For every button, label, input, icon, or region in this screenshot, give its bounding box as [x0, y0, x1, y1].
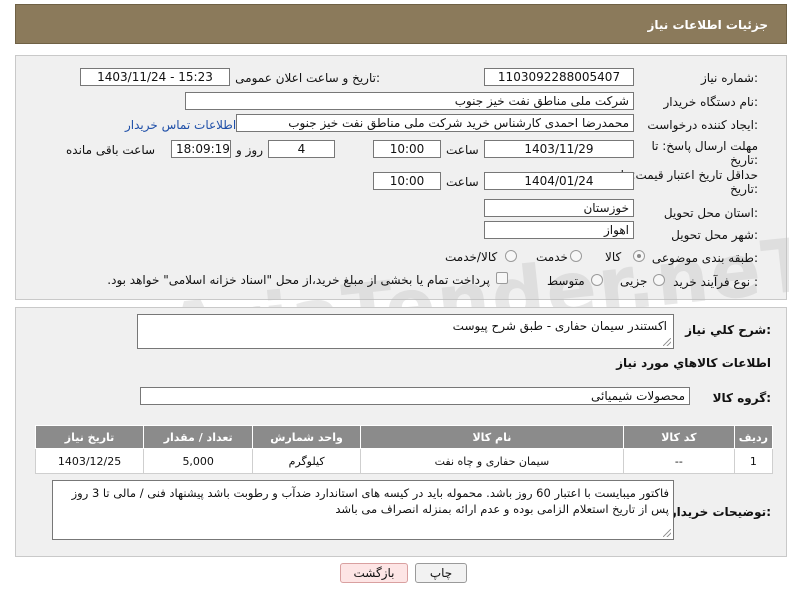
cell-item-code: -- — [622, 448, 735, 474]
cell-need-date: 1403/12/25 — [34, 448, 145, 474]
buyer-notes-text: فاکتور میبایست با اعتبار 60 روز باشد. مح… — [71, 486, 669, 516]
page-header: جزئیات اطلاعات نیاز — [15, 4, 787, 44]
category-radio-service[interactable] — [570, 250, 582, 262]
cell-row-number: 1 — [733, 448, 774, 474]
buyer-org-field: شرکت ملی مناطق نفت خیز جنوب — [185, 92, 634, 110]
reply-deadline-date-label: تاریخ: — [730, 153, 758, 167]
buyer-notes-label: توضیحات خریدار: — [669, 505, 771, 519]
requester-field: محمدرضا احمدی کارشناس خرید شرکت ملی مناط… — [236, 114, 634, 132]
purchase-radio-minor[interactable] — [653, 274, 665, 286]
buyer-org-label: نام دستگاه خریدار: — [663, 95, 759, 109]
goods-table: ردیف کد کالا نام کالا واحد شمارش تعداد /… — [34, 425, 774, 474]
buyer-notes-textarea[interactable]: فاکتور میبایست با اعتبار 60 روز باشد. مح… — [52, 480, 674, 540]
purchase-option-medium: متوسط — [547, 274, 585, 288]
resize-grip-icon[interactable] — [663, 338, 671, 346]
reply-deadline-label: مهلت ارسال پاسخ: تا — [651, 139, 758, 153]
page-title: جزئیات اطلاعات نیاز — [647, 18, 768, 32]
category-label: طبقه بندی موضوعی: — [651, 251, 758, 265]
price-validity-time-field: 10:00 — [373, 172, 441, 190]
goods-group-field: محصولات شیمیائی — [140, 387, 690, 405]
remaining-time-label: ساعت باقی مانده — [66, 143, 156, 157]
col-item-name: نام کالا — [359, 425, 624, 449]
category-option-goods: کالا — [605, 250, 622, 264]
province-label: استان محل تحویل: — [663, 206, 758, 220]
col-row-number: ردیف — [733, 425, 774, 449]
category-radio-goods-service[interactable] — [505, 250, 517, 262]
city-label: شهر محل تحویل: — [671, 228, 758, 242]
treasury-payment-checkbox[interactable] — [496, 272, 508, 284]
need-number-field: 1103092288005407 — [484, 68, 634, 86]
summary-label: شرح کلي نياز: — [685, 323, 771, 337]
province-field: خوزستان — [484, 199, 634, 217]
reply-time-label: ساعت — [446, 143, 479, 157]
requester-label: ایجاد کننده درخواست: — [647, 118, 758, 132]
goods-info-title: اطلاعات کالاهاي مورد نياز — [616, 356, 771, 370]
col-need-date: تاریخ نیاز — [34, 425, 145, 449]
price-validity-label: حداقل تاریخ اعتبار قیمت: تا — [620, 168, 758, 182]
reply-deadline-time-field: 10:00 — [373, 140, 441, 158]
cell-item-name: سیمان حفاری و چاه نفت — [359, 448, 624, 474]
remaining-time-field: 18:09:19 — [171, 140, 231, 158]
buyer-contact-link[interactable]: اطلاعات تماس خریدار — [125, 118, 236, 132]
goods-group-label: گروه کالا: — [712, 391, 771, 405]
reply-days-label: روز و — [236, 143, 263, 157]
col-unit: واحد شمارش — [252, 425, 361, 449]
col-quantity: تعداد / مقدار — [143, 425, 254, 449]
back-button[interactable]: بازگشت — [340, 563, 408, 583]
category-option-goods-service: کالا/خدمت — [445, 250, 498, 264]
cell-quantity: 5,000 — [143, 448, 254, 474]
purchase-radio-medium[interactable] — [591, 274, 603, 286]
category-option-service: خدمت — [536, 250, 568, 264]
summary-text: اکستندر سیمان حفاری - طبق شرح پیوست — [452, 319, 667, 333]
price-validity-time-label: ساعت — [446, 175, 479, 189]
announce-datetime-label: تاریخ و ساعت اعلان عمومی: — [235, 71, 380, 85]
need-number-label: شماره نیاز: — [700, 71, 758, 85]
purchase-option-minor: جزیی — [620, 274, 648, 288]
reply-deadline-date-field: 1403/11/29 — [484, 140, 634, 158]
cell-unit: کیلوگرم — [252, 448, 361, 474]
summary-textarea[interactable]: اکستندر سیمان حفاری - طبق شرح پیوست — [137, 314, 674, 349]
purchase-type-label: نوع فرآیند خرید : — [673, 275, 758, 289]
price-validity-date-field: 1404/01/24 — [484, 172, 634, 190]
price-validity-date-label: تاریخ: — [730, 182, 758, 196]
table-row: 1 -- سیمان حفاری و چاه نفت کیلوگرم 5,000… — [34, 448, 774, 474]
treasury-payment-note: پرداخت تمام یا بخشی از مبلغ خرید،از محل … — [107, 273, 490, 287]
category-radio-goods[interactable] — [633, 250, 645, 262]
table-header-row: ردیف کد کالا نام کالا واحد شمارش تعداد /… — [34, 425, 774, 449]
print-button[interactable]: چاپ — [415, 563, 467, 583]
col-item-code: کد کالا — [622, 425, 735, 449]
city-field: اهواز — [484, 221, 634, 239]
announce-datetime-field: 1403/11/24 - 15:23 — [80, 68, 230, 86]
reply-days-field: 4 — [268, 140, 335, 158]
notes-resize-grip-icon[interactable] — [663, 529, 671, 537]
